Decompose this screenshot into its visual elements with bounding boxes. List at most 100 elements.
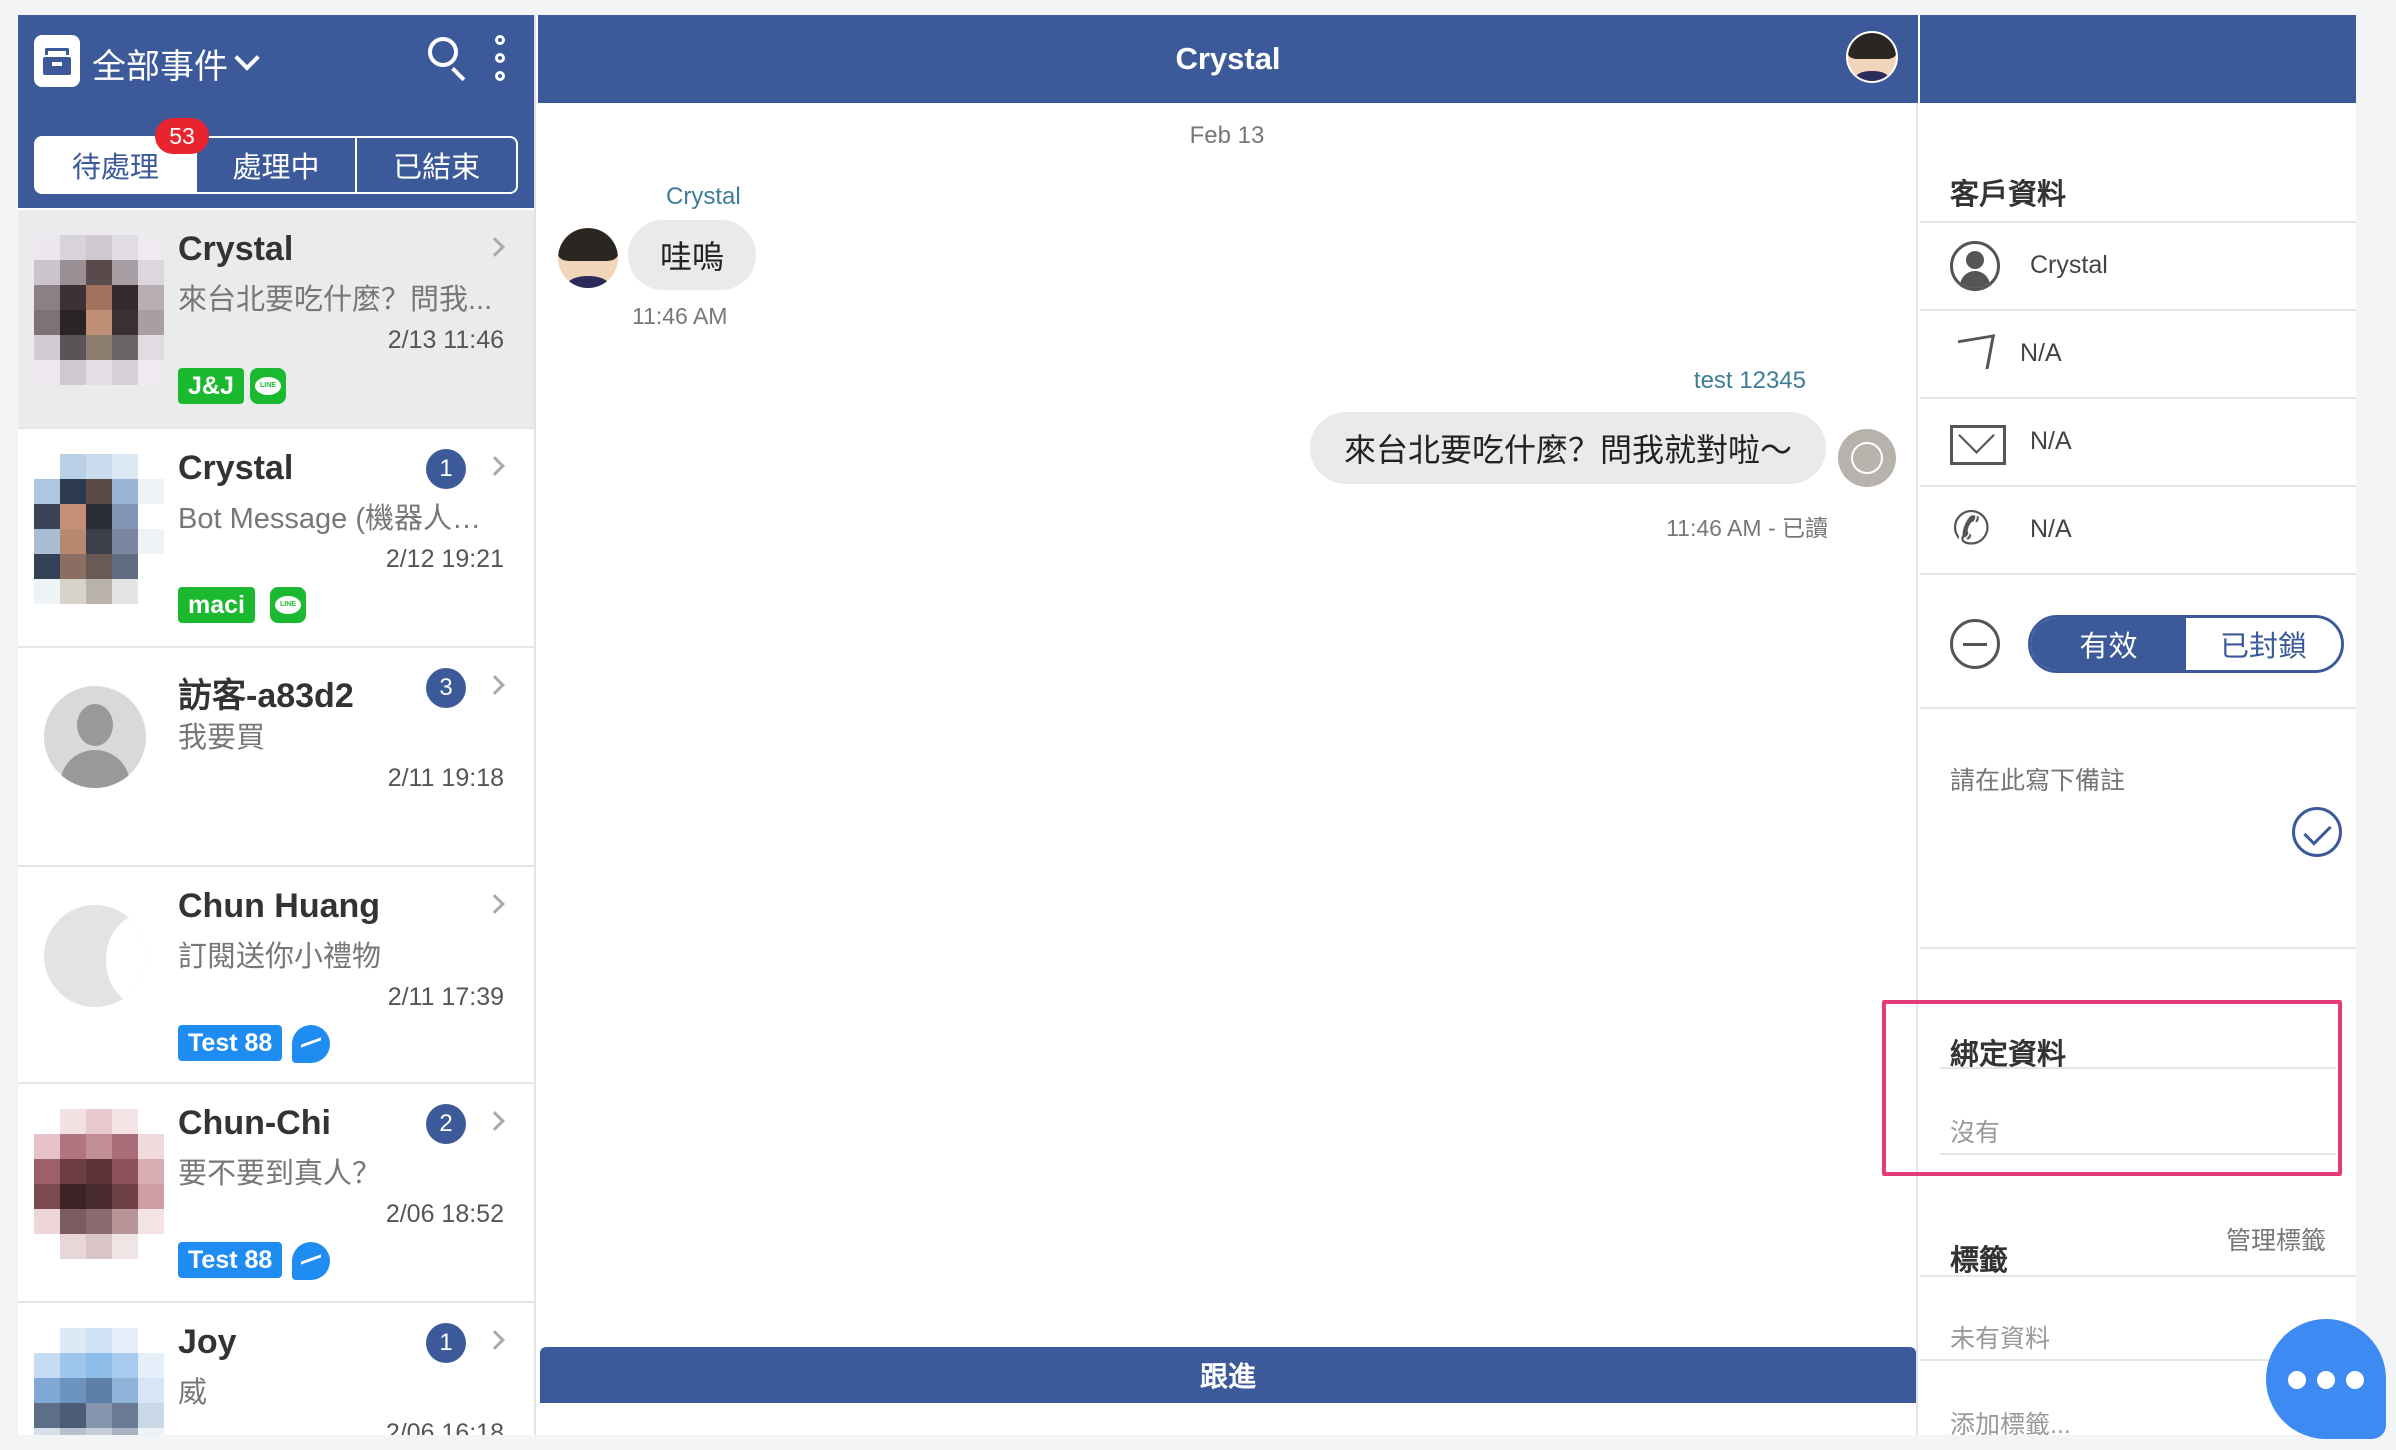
conversation-item[interactable]: Chun Huang 訂閱送你小禮物 2/11 17:39 Test 88 — [18, 867, 534, 1084]
timestamp: 2/13 11:46 — [387, 326, 504, 354]
conversation-item[interactable]: Chun-Chi 2 要不要到真人？ 2/06 18:52 Test 88 — [18, 1084, 534, 1303]
tab-closed[interactable]: 已結束 — [355, 138, 516, 192]
avatar — [44, 905, 146, 1007]
chevron-right-icon — [485, 456, 505, 476]
message-time: 11:46 AM — [632, 303, 728, 329]
chevron-right-icon — [485, 1111, 505, 1131]
customer-info-panel: 客戶資料 Crystal N/A N/A N/A 有效 已封鎖 綁定資料 沒有 — [1920, 15, 2356, 1435]
phone-icon — [1950, 501, 2000, 555]
incoming-message-bubble: 哇嗚 — [628, 220, 757, 290]
timestamp: 2/06 16:18 — [385, 1419, 504, 1435]
chat-header: Crystal — [538, 15, 1918, 103]
conversation-item[interactable]: Crystal 1 Bot Message (機器人信... 2/12 19:2… — [18, 429, 534, 648]
account-tag: Test 88 — [178, 1242, 283, 1278]
mail-icon — [1950, 417, 2006, 467]
avatar — [34, 1109, 164, 1259]
add-tag-input[interactable]: 添加標籤... — [1950, 1405, 2071, 1435]
binding-highlight-frame — [1882, 1000, 2342, 1176]
customer-phone-row: N/A — [1920, 485, 2356, 573]
date-separator: Feb 13 — [1189, 122, 1265, 149]
event-filter-title[interactable]: 全部事件 — [92, 39, 228, 88]
more-vertical-icon[interactable] — [490, 33, 510, 83]
conversation-item[interactable]: Joy 1 威 2/06 16:18 — [18, 1303, 534, 1435]
pending-count-badge: 53 — [155, 118, 209, 154]
note-input[interactable] — [1950, 767, 2310, 796]
location-arrow-icon — [1950, 329, 2000, 379]
chevron-right-icon — [485, 1330, 505, 1350]
contact-name: Crystal — [178, 449, 294, 487]
last-message-preview: 訂閱送你小禮物 — [178, 941, 382, 973]
contact-name: Chun-Chi — [178, 1104, 331, 1142]
last-message-preview: 我要買 — [178, 722, 266, 754]
contact-name: Chun Huang — [178, 887, 381, 925]
customer-email-row: N/A — [1920, 397, 2356, 485]
account-tag: maci — [178, 587, 255, 623]
timestamp: 2/11 17:39 — [387, 983, 504, 1011]
timestamp: 2/11 19:18 — [387, 764, 504, 792]
manage-tags-link[interactable]: 管理標籤 — [2226, 1221, 2326, 1257]
customer-name-row: Crystal — [1920, 221, 2356, 309]
chat-panel: Crystal Feb 13 Crystal 哇嗚 11:46 AM test … — [538, 15, 1918, 1435]
customer-status-toggle: 有效 已封鎖 — [2028, 615, 2344, 673]
avatar — [34, 1328, 164, 1435]
chevron-right-icon — [485, 894, 505, 914]
follow-up-button[interactable]: 跟進 — [540, 1347, 1916, 1403]
sender-avatar — [558, 228, 618, 288]
last-message-preview: 來台北要吃什麼？問我... — [178, 284, 493, 316]
unread-count-badge: 1 — [426, 1323, 466, 1363]
tags-title: 標籤 — [1950, 1245, 2009, 1277]
customer-info-title: 客戶資料 — [1950, 179, 2067, 211]
tab-in-progress[interactable]: 處理中 — [194, 138, 356, 192]
check-circle-icon[interactable] — [2292, 807, 2342, 857]
account-tag: J&J — [178, 368, 244, 404]
person-icon — [1950, 241, 2000, 291]
agent-avatar — [1838, 429, 1896, 487]
unread-count-badge: 1 — [426, 449, 466, 489]
avatar — [34, 454, 164, 604]
line-icon — [270, 587, 306, 623]
chevron-down-icon[interactable] — [234, 45, 260, 71]
contact-avatar[interactable] — [1846, 31, 1898, 83]
messenger-icon — [292, 1242, 330, 1280]
message-time-read: 11:46 AM - 已讀 — [1666, 515, 1828, 541]
chevron-right-icon — [485, 237, 505, 257]
conversation-panel: 全部事件 53 待處理 處理中 已結束 Crystal 來台北要吃什麼？問我..… — [18, 15, 536, 1435]
customer-email: N/A — [2030, 427, 2072, 455]
divider — [1920, 1275, 2356, 1277]
inbox-icon — [34, 35, 80, 87]
conversation-item[interactable]: 訪客-a83d2 3 我要買 2/11 19:18 — [18, 648, 534, 867]
last-message-preview: Bot Message (機器人信... — [178, 503, 498, 535]
customer-location: N/A — [2020, 339, 2062, 367]
chat-title: Crystal — [1175, 41, 1281, 76]
status-tabs: 待處理 處理中 已結束 — [34, 136, 518, 194]
line-icon — [250, 368, 286, 404]
tags-empty-text: 未有資料 — [1950, 1325, 2051, 1353]
minus-circle-icon[interactable] — [1950, 619, 2000, 669]
status-active-option[interactable]: 有效 — [2031, 618, 2186, 670]
avatar — [34, 235, 164, 385]
customer-phone: N/A — [2030, 515, 2072, 543]
unread-count-badge: 3 — [426, 668, 466, 708]
conversation-panel-header: 全部事件 53 待處理 處理中 已結束 — [18, 15, 534, 208]
message-sender: test 12345 — [1693, 367, 1806, 394]
search-icon[interactable] — [424, 33, 474, 83]
message-sender: Crystal — [666, 183, 741, 210]
app-window: 全部事件 53 待處理 處理中 已結束 Crystal 來台北要吃什麼？問我..… — [18, 15, 2386, 1439]
contact-name: 訪客-a83d2 — [178, 677, 354, 715]
customer-location-row: N/A — [1920, 309, 2356, 397]
unread-count-badge: 2 — [426, 1104, 466, 1144]
contact-name: Joy — [178, 1323, 237, 1361]
chat-widget-button[interactable] — [2266, 1319, 2386, 1439]
divider — [1920, 707, 2356, 709]
last-message-preview: 要不要到真人？ — [178, 1158, 382, 1190]
default-avatar — [44, 686, 146, 788]
account-tag: Test 88 — [178, 1025, 283, 1061]
conversation-list: Crystal 來台北要吃什麼？問我... 2/13 11:46 J&J Cry… — [18, 210, 534, 1435]
timestamp: 2/06 18:52 — [385, 1200, 504, 1228]
timestamp: 2/12 19:21 — [385, 545, 504, 573]
divider — [1920, 947, 2356, 949]
messenger-icon — [292, 1025, 330, 1063]
contact-name: Crystal — [178, 230, 294, 268]
status-blocked-option[interactable]: 已封鎖 — [2186, 618, 2341, 670]
conversation-item[interactable]: Crystal 來台北要吃什麼？問我... 2/13 11:46 J&J — [18, 210, 534, 429]
